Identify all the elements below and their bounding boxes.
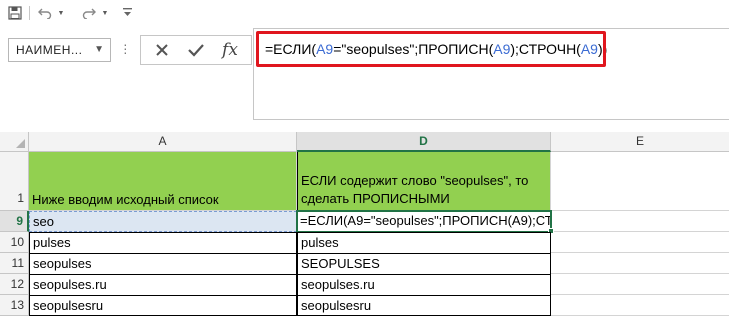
cell-e12[interactable] [551, 274, 729, 295]
cell-d10[interactable]: pulses [297, 232, 551, 254]
name-box-value: НАИМЕН... [16, 43, 83, 57]
ribbon-gap [0, 120, 729, 132]
select-all-button[interactable] [0, 132, 29, 151]
redo-icon[interactable] [80, 4, 98, 22]
cancel-icon[interactable] [147, 37, 177, 63]
row-header-1[interactable]: 1 [0, 152, 29, 211]
row-header-13[interactable]: 13 [0, 295, 29, 316]
formula-bar-resize-handle[interactable]: · · · [123, 37, 128, 59]
formula-bar-buttons: fx [140, 35, 252, 65]
cell-a9[interactable]: seo [29, 211, 297, 232]
cell-a10[interactable]: pulses [29, 232, 297, 254]
cell-d13[interactable]: seopulsesru [297, 295, 551, 316]
undo-dropdown-icon[interactable]: ▼ [56, 4, 66, 22]
formula-highlight-box [256, 31, 606, 67]
cell-d12[interactable]: seopulses.ru [297, 274, 551, 296]
cell-d1-text: ЕСЛИ содержит слово "seopulses", то сдел… [301, 173, 529, 206]
column-header-a[interactable]: A [29, 132, 297, 151]
cell-e11[interactable] [551, 253, 729, 274]
cell-e1[interactable] [551, 152, 729, 211]
name-box[interactable]: НАИМЕН... ▼ [8, 38, 111, 62]
cell-e13[interactable] [551, 295, 729, 316]
redo-dropdown-icon[interactable]: ▼ [100, 4, 110, 22]
column-header-e[interactable]: E [551, 132, 729, 151]
row-header-10[interactable]: 10 [0, 232, 29, 253]
enter-icon[interactable] [181, 37, 211, 63]
cell-a12[interactable]: seopulses.ru [29, 274, 297, 296]
cell-a13[interactable]: seopulsesru [29, 295, 297, 316]
column-headers: A D E [0, 132, 729, 152]
row-header-12[interactable]: 12 [0, 274, 29, 295]
cell-e10[interactable] [551, 232, 729, 253]
cell-e9[interactable] [551, 211, 729, 232]
select-all-icon [16, 139, 25, 148]
insert-function-button[interactable]: fx [215, 37, 245, 63]
cell-a11[interactable]: seopulses [29, 253, 297, 275]
cell-a1-text: Ниже вводим исходный список [32, 192, 219, 207]
row-header-9[interactable]: 9 [0, 211, 29, 232]
cell-a1[interactable]: Ниже вводим исходный список [29, 152, 297, 211]
undo-icon[interactable] [36, 4, 54, 22]
toolbar-separator [29, 6, 30, 20]
chevron-down-icon[interactable]: ▼ [94, 44, 104, 55]
cell-d11[interactable]: SEOPULSES [297, 253, 551, 275]
cell-d9[interactable]: =ЕСЛИ(A9="seopulses";ПРОПИСН(A9);СТ [297, 211, 551, 232]
cell-d1[interactable]: ЕСЛИ содержит слово "seopulses", то сдел… [297, 152, 551, 211]
customize-qat-icon[interactable] [120, 4, 134, 22]
quick-access-toolbar: ▼ ▼ [0, 0, 729, 26]
row-header-11[interactable]: 11 [0, 253, 29, 274]
column-header-d[interactable]: D [297, 132, 551, 152]
save-icon[interactable] [6, 4, 24, 22]
